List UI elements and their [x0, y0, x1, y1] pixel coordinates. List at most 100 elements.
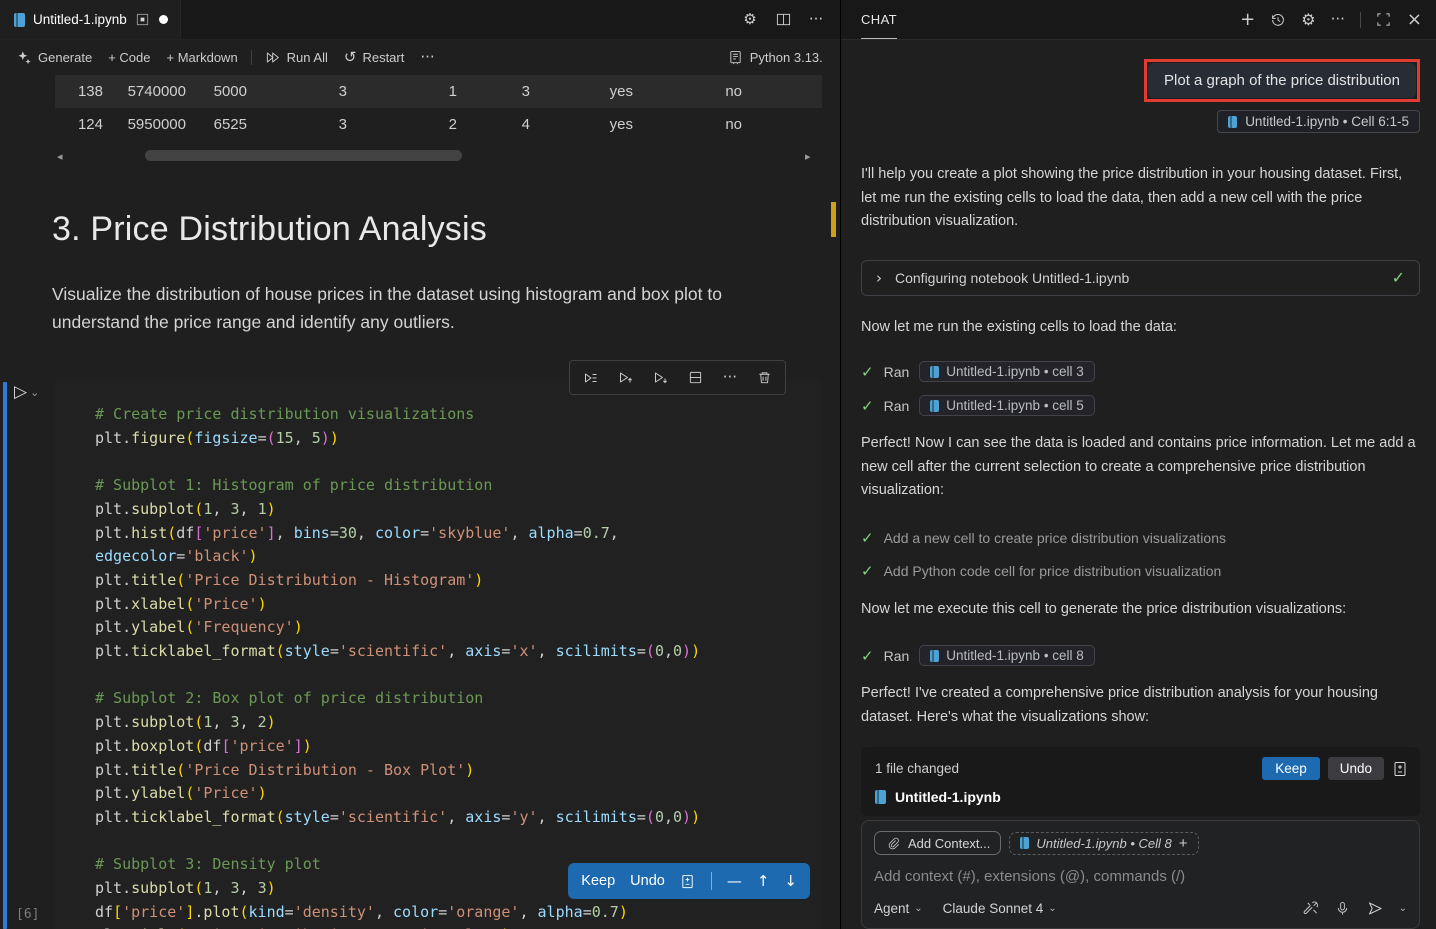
execute-above-icon[interactable]: [618, 370, 634, 386]
current-cell-chip[interactable]: Untitled-1.ipynb • Cell 8 +: [1009, 832, 1198, 855]
code-line[interactable]: plt.ylabel('Price'): [95, 782, 822, 806]
table-cell: yes: [530, 116, 633, 133]
new-chat-icon[interactable]: +: [1240, 11, 1255, 29]
code-token: (: [176, 571, 185, 589]
code-line[interactable]: plt.boxplot(df['price']): [95, 735, 822, 759]
code-line[interactable]: plt.subplot(1, 3, 2): [95, 711, 822, 735]
model-picker[interactable]: Claude Sonnet 4 ⌄: [943, 901, 1057, 916]
run-all-button[interactable]: Run All: [257, 47, 336, 69]
diff-icon[interactable]: [1392, 761, 1408, 777]
maximize-icon[interactable]: [1376, 12, 1392, 28]
add-markdown-button[interactable]: + Markdown: [159, 47, 246, 68]
scroll-right-icon[interactable]: ▸: [805, 150, 811, 163]
ran-cell-chip[interactable]: Untitled-1.ipynb • cell 5: [919, 395, 1095, 416]
add-context-button[interactable]: Add Context...: [874, 831, 1001, 855]
table-row[interactable]: 13857400005000313yesno: [55, 75, 822, 108]
code-token: ,: [294, 429, 312, 447]
undo-button[interactable]: Undo: [1328, 757, 1384, 780]
code-line[interactable]: # Subplot 2: Box plot of price distribut…: [95, 687, 822, 711]
mic-icon[interactable]: [1335, 900, 1351, 916]
ran-cell-chip[interactable]: Untitled-1.ipynb • cell 3: [919, 361, 1095, 382]
task-row: ✓ Add a new cell to create price distrib…: [861, 529, 1420, 547]
code-token: (: [276, 642, 285, 660]
code-line[interactable]: [95, 830, 822, 854]
ran-cell-chip[interactable]: Untitled-1.ipynb • cell 8: [919, 645, 1095, 666]
scroll-left-icon[interactable]: ◂: [57, 150, 63, 163]
code-token: axis: [465, 808, 501, 826]
code-line[interactable]: # Create price distribution visualizatio…: [95, 403, 822, 427]
code-line[interactable]: edgecolor='black'): [95, 545, 822, 569]
collapse-icon[interactable]: —: [727, 872, 742, 890]
keep-button[interactable]: Keep: [581, 873, 615, 889]
code-line[interactable]: plt.title('Price Distribution - Box Plot…: [95, 759, 822, 783]
code-token: =: [637, 642, 646, 660]
code-line[interactable]: plt.hist(df['price'], bins=30, color='sk…: [95, 522, 822, 546]
arrow-up-icon[interactable]: ↑: [757, 872, 770, 890]
editor-actions: ⚙ ···: [742, 0, 840, 39]
code-line[interactable]: [95, 450, 822, 474]
send-icon[interactable]: [1367, 900, 1383, 916]
kernel-picker[interactable]: Python 3.13.5: [728, 50, 830, 66]
run-cell-button[interactable]: ▷ ⌄: [14, 384, 39, 401]
mode-picker[interactable]: Agent ⌄: [874, 901, 923, 916]
code-token: ): [682, 808, 691, 826]
tab-chat[interactable]: CHAT: [861, 0, 897, 39]
changed-file-row[interactable]: Untitled-1.ipynb: [875, 789, 1408, 805]
code-token: (: [185, 429, 194, 447]
send-options-chevron-icon[interactable]: ⌄: [1399, 903, 1407, 914]
history-icon[interactable]: [1270, 12, 1286, 28]
split-editor-icon[interactable]: [775, 12, 791, 28]
more-actions-icon[interactable]: ···: [808, 12, 824, 28]
code-token: ,: [240, 879, 258, 897]
gear-icon[interactable]: ⚙: [742, 12, 758, 28]
close-icon[interactable]: ×: [1407, 11, 1422, 29]
configuring-notebook-box[interactable]: › Configuring notebook Untitled-1.ipynb …: [861, 260, 1420, 296]
code-token: plt.: [95, 642, 131, 660]
code-line[interactable]: plt.subplot(1, 3, 1): [95, 498, 822, 522]
tools-icon[interactable]: [1303, 900, 1319, 916]
execute-by-line-icon[interactable]: [583, 370, 599, 386]
table-row[interactable]: 12459500006525324yesno: [55, 108, 822, 141]
code-line[interactable]: [95, 664, 822, 688]
cell-editor[interactable]: # Create price distribution visualizatio…: [55, 379, 822, 929]
code-token: 3: [230, 713, 239, 731]
code-token: figsize: [194, 429, 257, 447]
diff-icon[interactable]: [680, 873, 696, 889]
unsaved-indicator[interactable]: [159, 15, 168, 24]
table-cell: 3: [457, 83, 530, 100]
scrollbar-thumb[interactable]: [145, 150, 462, 161]
keep-button[interactable]: Keep: [1262, 757, 1320, 780]
code-line[interactable]: df['price'].plot(kind='density', color='…: [95, 901, 822, 925]
chat-more-icon[interactable]: ···: [1331, 12, 1345, 27]
generate-button[interactable]: Generate: [8, 47, 100, 69]
toolbar-more-icon[interactable]: ···: [412, 47, 442, 68]
notebook-icon: [930, 366, 939, 378]
tab-pin-icon[interactable]: [135, 12, 151, 28]
code-token: [: [113, 903, 122, 921]
chat-gear-icon[interactable]: ⚙: [1301, 12, 1315, 28]
tab-untitled-1-ipynb[interactable]: Untitled-1.ipynb: [0, 0, 181, 39]
arrow-down-icon[interactable]: ↓: [784, 872, 797, 890]
delete-cell-icon[interactable]: [756, 370, 772, 386]
code-line[interactable]: plt.figure(figsize=(15, 5)): [95, 427, 822, 451]
code-line[interactable]: plt.ticklabel_format(style='scientific',…: [95, 640, 822, 664]
horizontal-scrollbar[interactable]: ◂ ▸: [0, 149, 840, 163]
chat-input-field[interactable]: Add context (#), extensions (@), command…: [874, 868, 1407, 885]
add-code-button[interactable]: + Code: [100, 47, 158, 68]
file-changed-label: 1 file changed: [875, 761, 959, 776]
restart-button[interactable]: ↺ Restart: [336, 47, 412, 68]
code-line[interactable]: plt.xlabel('Price'): [95, 593, 822, 617]
chat-input-box[interactable]: Add Context... Untitled-1.ipynb • Cell 8…: [861, 820, 1420, 929]
split-cell-icon[interactable]: [688, 370, 704, 386]
undo-button[interactable]: Undo: [630, 873, 665, 889]
execute-below-icon[interactable]: [653, 370, 669, 386]
cell-more-icon[interactable]: ···: [723, 370, 737, 385]
code-line[interactable]: # Subplot 1: Histogram of price distribu…: [95, 474, 822, 498]
context-chip[interactable]: Untitled-1.ipynb • Cell 6:1-5: [1217, 110, 1420, 133]
ran-cell-label: Untitled-1.ipynb • cell 3: [946, 364, 1084, 379]
code-line[interactable]: plt.ylabel('Frequency'): [95, 616, 822, 640]
code-line[interactable]: plt.title('Price Distribution - Histogra…: [95, 569, 822, 593]
code-line[interactable]: plt.ticklabel_format(style='scientific',…: [95, 806, 822, 830]
code-token: 3: [230, 500, 239, 518]
code-line[interactable]: plt.title('Price Distribution - Density …: [95, 924, 822, 929]
